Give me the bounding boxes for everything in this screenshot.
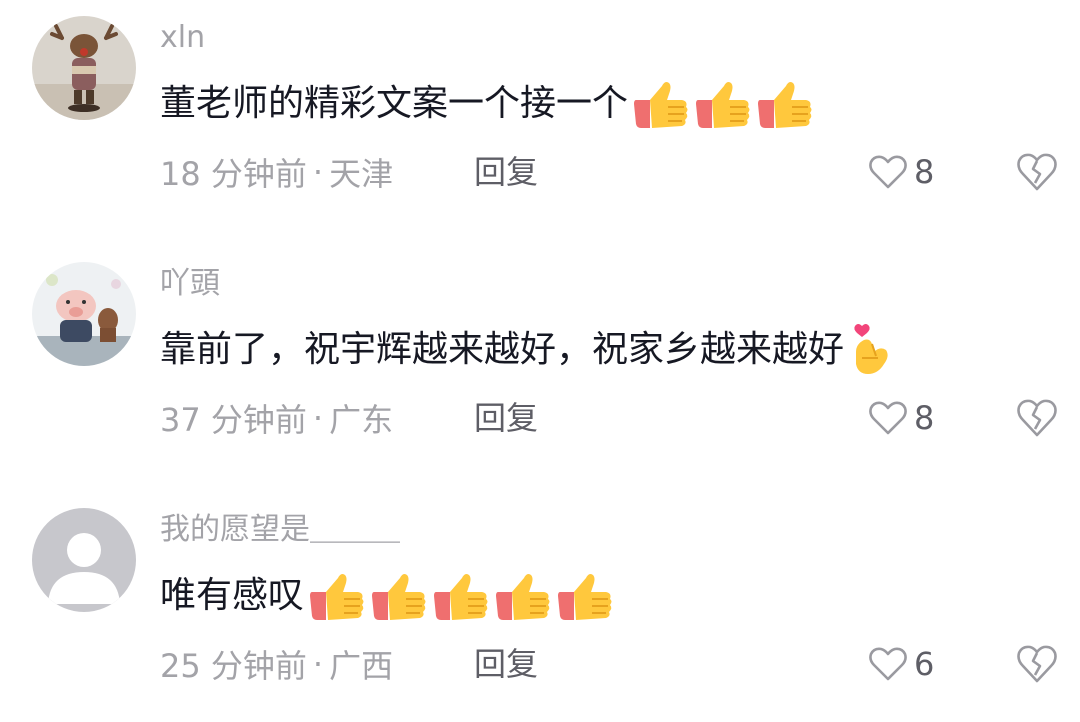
like-count: 6 bbox=[914, 645, 935, 683]
comment-meta: 18 分钟前 · 天津 bbox=[160, 150, 393, 194]
like-count: 8 bbox=[914, 153, 935, 191]
reply-button[interactable]: 回复 bbox=[474, 396, 538, 440]
emoji-group bbox=[848, 322, 898, 378]
heart-outline-icon bbox=[869, 647, 907, 681]
comment-text: 董老师的精彩文案一个接一个 bbox=[160, 83, 629, 124]
comment-meta: 25 分钟前 · 广西 bbox=[160, 642, 393, 686]
meta-separator: · bbox=[312, 399, 324, 437]
comment-item: 吖頭 靠前了，祝宇辉越来越好，祝家乡越来越好 37 分钟前 · 广东 回复 8 bbox=[0, 246, 1080, 476]
like-count: 8 bbox=[914, 399, 935, 437]
broken-heart-icon bbox=[1017, 153, 1057, 191]
broken-heart-icon bbox=[1017, 399, 1057, 437]
meta-separator: · bbox=[312, 645, 324, 683]
comment-content: 董老师的精彩文案一个接一个 bbox=[160, 76, 818, 132]
avatar[interactable] bbox=[32, 262, 136, 366]
thumbs-up-icon bbox=[434, 574, 488, 620]
comment-time: 37 分钟前 bbox=[160, 401, 307, 439]
emoji-group bbox=[308, 570, 618, 622]
thumbs-up-icon bbox=[496, 574, 550, 620]
dislike-button[interactable] bbox=[1016, 398, 1058, 438]
comment-location: 广东 bbox=[329, 401, 394, 439]
reply-button[interactable]: 回复 bbox=[474, 150, 538, 194]
comment-item: xln 董老师的精彩文案一个接一个 18 分钟前 · 天津 回复 8 bbox=[0, 0, 1080, 230]
thumbs-up-icon bbox=[372, 574, 426, 620]
thumbs-up-icon bbox=[758, 82, 812, 128]
meta-separator: · bbox=[312, 153, 324, 191]
heart-outline-icon bbox=[869, 155, 907, 189]
comment-time: 25 分钟前 bbox=[160, 647, 307, 685]
comment-item: 我的愿望是＿＿＿ 唯有感叹 25 分钟前 · 广西 回复 6 bbox=[0, 492, 1080, 722]
like-button[interactable]: 8 bbox=[868, 150, 934, 194]
comment-content: 唯有感叹 bbox=[160, 568, 618, 624]
like-button[interactable]: 6 bbox=[868, 642, 934, 686]
comment-location: 广西 bbox=[329, 647, 394, 685]
broken-heart-icon bbox=[1017, 645, 1057, 683]
comment-text: 靠前了，祝宇辉越来越好，祝家乡越来越好 bbox=[160, 329, 845, 370]
comment-text: 唯有感叹 bbox=[160, 575, 305, 616]
default-avatar-image bbox=[32, 508, 136, 612]
finger-heart-icon bbox=[854, 324, 888, 374]
heart-outline-icon bbox=[869, 401, 907, 435]
thumbs-up-icon bbox=[696, 82, 750, 128]
avatar[interactable] bbox=[32, 16, 136, 120]
dislike-button[interactable] bbox=[1016, 644, 1058, 684]
username[interactable]: xln bbox=[160, 18, 205, 58]
emoji-group bbox=[632, 78, 818, 130]
thumbs-up-icon bbox=[558, 574, 612, 620]
pig-avatar-image bbox=[32, 262, 136, 366]
username[interactable]: 吖頭 bbox=[160, 264, 220, 304]
thumbs-up-icon bbox=[310, 574, 364, 620]
thumbs-up-icon bbox=[634, 82, 688, 128]
reindeer-avatar-image bbox=[32, 16, 136, 120]
avatar[interactable] bbox=[32, 508, 136, 612]
like-button[interactable]: 8 bbox=[868, 396, 934, 440]
comment-time: 18 分钟前 bbox=[160, 155, 307, 193]
comment-location: 天津 bbox=[329, 155, 394, 193]
comment-content: 靠前了，祝宇辉越来越好，祝家乡越来越好 bbox=[160, 322, 898, 378]
dislike-button[interactable] bbox=[1016, 152, 1058, 192]
comment-meta: 37 分钟前 · 广东 bbox=[160, 396, 393, 440]
reply-button[interactable]: 回复 bbox=[474, 642, 538, 686]
username[interactable]: 我的愿望是＿＿＿ bbox=[160, 510, 400, 550]
